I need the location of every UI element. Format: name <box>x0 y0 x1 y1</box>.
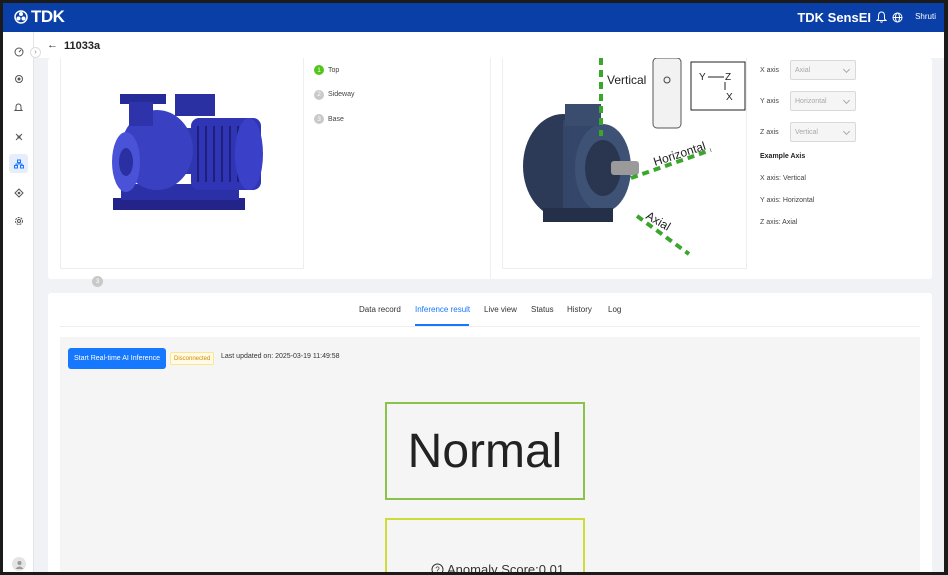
avatar-icon[interactable] <box>12 557 26 571</box>
svg-text:?: ? <box>435 566 440 573</box>
tab-inference-result[interactable]: Inference result <box>415 305 470 314</box>
example-axis-title: Example Axis <box>760 153 806 160</box>
motor-axis-diagram: Vertical Horizontal Axial Y Z X <box>502 57 747 269</box>
tab-history[interactable]: History <box>567 305 592 314</box>
x-axis-select[interactable]: Axial <box>790 60 856 80</box>
section-divider <box>490 58 491 279</box>
page-title: 11033a <box>64 40 101 52</box>
inference-result-box: Normal <box>385 402 585 500</box>
axis-label: Y axis <box>760 97 779 105</box>
notification-bell-icon[interactable] <box>875 10 888 28</box>
tdk-logo-icon <box>14 10 28 24</box>
inference-panel: Start Real-time AI Inference Disconnecte… <box>60 337 920 572</box>
step-number-ghost: 3 <box>92 276 103 287</box>
user-name[interactable]: Shruti <box>915 12 936 21</box>
tab-log[interactable]: Log <box>608 305 621 314</box>
axis-label: Z axis <box>760 128 779 136</box>
settings-icon[interactable] <box>9 211 28 230</box>
mount-position-steps: 1 Top 2 Sideway 3 Base <box>314 64 354 138</box>
start-inference-button[interactable]: Start Real-time AI Inference <box>68 348 166 369</box>
pump-image <box>60 58 304 269</box>
hierarchy-icon[interactable] <box>9 154 28 173</box>
language-globe-icon[interactable] <box>892 10 903 28</box>
sensor-axis-z: Z <box>725 72 731 83</box>
inference-card: Data record Inference result Live view S… <box>48 293 932 572</box>
tdk-logo[interactable]: TDK <box>14 7 65 27</box>
network-icon[interactable] <box>9 183 28 202</box>
logo-text: TDK <box>31 7 65 26</box>
axis-row-z: Z axis Vertical <box>760 122 856 142</box>
tab-status[interactable]: Status <box>531 305 554 314</box>
axis-label-horizontal: Horizontal <box>652 139 708 169</box>
step-base[interactable]: 3 Base <box>314 113 354 125</box>
help-circle-icon[interactable]: ? <box>431 563 444 572</box>
tab-data-record[interactable]: Data record <box>359 305 401 314</box>
sensor-setup-card: 1 Top 2 Sideway 3 Base Vertical Horizont… <box>48 57 932 279</box>
step-label: Base <box>328 115 344 123</box>
step-sideway[interactable]: 2 Sideway <box>314 89 354 101</box>
anomaly-score-box: ? Anomaly Score:0.01 <box>385 518 585 572</box>
tab-divider <box>60 326 920 327</box>
active-tab-indicator <box>415 324 469 326</box>
sidebar-collapse-toggle[interactable]: › <box>30 47 41 58</box>
axis-row-y: Y axis Horizontal <box>760 91 856 111</box>
model-icon[interactable] <box>9 127 28 146</box>
tab-live-view[interactable]: Live view <box>484 305 517 314</box>
page-header: ← 11033a <box>34 32 944 58</box>
arrow-left-icon[interactable]: ← <box>47 39 58 51</box>
y-axis-select[interactable]: Horizontal <box>790 91 856 111</box>
connection-status-badge: Disconnected <box>170 352 215 365</box>
axis-mapping: X axis Axial Y axis Horizontal Z axis Ve… <box>760 60 856 226</box>
brand-name: TDK SensEI <box>797 10 871 25</box>
sensor-axis-x: X <box>726 92 733 103</box>
step-label: Top <box>328 66 340 74</box>
sensor-axis-y: Y <box>699 72 706 83</box>
step-number: 3 <box>314 114 324 124</box>
axis-row-x: X axis Axial <box>760 60 856 80</box>
axis-label: X axis <box>760 66 780 74</box>
sensor-icon[interactable] <box>9 69 28 88</box>
step-label: Sideway <box>328 91 355 98</box>
anomaly-score: ? Anomaly Score:0.01 <box>431 562 564 572</box>
tab-bar: Data record Inference result Live view S… <box>48 293 932 328</box>
alert-bell-icon[interactable] <box>9 98 28 117</box>
side-nav <box>3 32 34 572</box>
step-number: 2 <box>314 89 324 100</box>
anomaly-score-text: Anomaly Score:0.01 <box>447 562 565 572</box>
example-axis-line: X axis: Vertical <box>760 175 806 182</box>
example-axis-line: Z axis: Axial <box>760 219 798 226</box>
step-top[interactable]: 1 Top <box>314 64 354 76</box>
example-axis-line: Y axis: Horizontal <box>760 197 815 204</box>
step-number: 1 <box>314 65 324 75</box>
inference-result-text: Normal <box>407 424 563 478</box>
last-updated-text: Last updated on: 2025-03-19 11:49:58 <box>221 353 340 360</box>
z-axis-select[interactable]: Vertical <box>790 122 856 142</box>
app-window: TDK TDK SensEI Shruti › ← 11033a 1 Top 2… <box>3 3 944 572</box>
dashboard-icon[interactable] <box>9 42 28 61</box>
top-bar: TDK TDK SensEI Shruti <box>3 3 944 32</box>
axis-label-vertical: Vertical <box>607 73 646 87</box>
